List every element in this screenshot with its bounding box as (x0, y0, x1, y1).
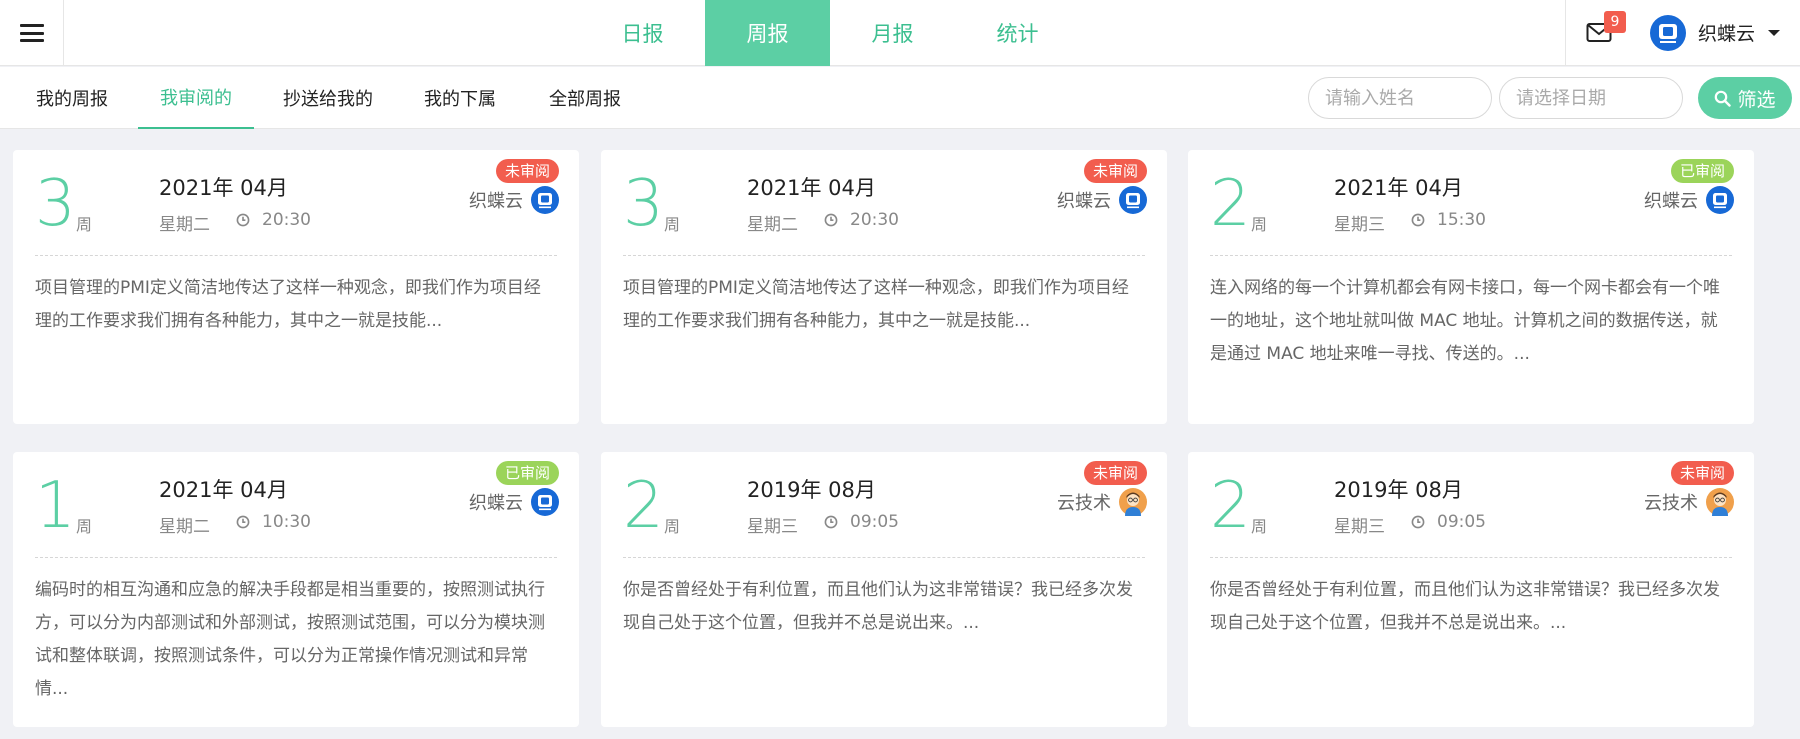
divider (35, 557, 557, 558)
clock-icon (1411, 515, 1425, 529)
filter-button-label: 筛选 (1737, 88, 1776, 111)
report-time: 15:30 (1437, 210, 1486, 230)
report-card[interactable]: 3 周 2021年 04月 星期二 20:30 未审阅 织蝶云 项目管理的PMI… (13, 150, 579, 424)
author-name: 织蝶云 (1644, 191, 1698, 212)
clock-icon (824, 515, 838, 529)
author-name: 云技术 (1644, 493, 1698, 514)
report-time: 09:05 (850, 512, 899, 532)
report-card[interactable]: 2 周 2019年 08月 星期三 09:05 未审阅 云技术 你是否曾经处于有… (601, 452, 1167, 727)
tab-weekly[interactable]: 周报 (705, 0, 830, 66)
report-excerpt: 编码时的相互沟通和应急的解决手段都是相当重要的，按照测试执行方，可以分为内部测试… (35, 580, 545, 699)
divider (623, 557, 1145, 558)
report-type-tabs: 日报 周报 月报 统计 (580, 0, 1080, 66)
report-excerpt: 连入网络的每一个计算机都会有网卡接口，每一个网卡都会有一个唯一的地址，这个地址就… (1210, 278, 1720, 364)
week-number: 2 (623, 469, 664, 543)
menu-button[interactable] (0, 0, 64, 66)
report-date: 2021年 04月 (1334, 176, 1463, 200)
week-number: 2 (1210, 167, 1251, 241)
divider (1210, 557, 1732, 558)
report-time: 20:30 (262, 210, 311, 230)
author-name: 织蝶云 (469, 191, 523, 212)
tab-cc-to-me[interactable]: 抄送给我的 (270, 67, 386, 129)
report-card[interactable]: 3 周 2021年 04月 星期二 20:30 未审阅 织蝶云 项目管理的PMI… (601, 150, 1167, 424)
report-weekday: 星期三 (747, 517, 798, 537)
report-card[interactable]: 2 周 2019年 08月 星期三 09:05 未审阅 云技术 你是否曾经处于有… (1188, 452, 1754, 727)
user-name[interactable]: 织蝶云 (1698, 19, 1755, 46)
mail-count-badge: 9 (1604, 11, 1626, 33)
report-excerpt: 你是否曾经处于有利位置，而且他们认为这非常错误？我已经多次发现自己处于这个位置，… (623, 580, 1133, 633)
filter-button[interactable]: 筛选 (1698, 77, 1792, 119)
week-unit-label: 周 (664, 215, 681, 234)
tab-my-subordinates[interactable]: 我的下属 (410, 67, 510, 129)
week-number: 2 (1210, 469, 1251, 543)
week-number: 3 (623, 167, 664, 241)
report-card[interactable]: 2 周 2021年 04月 星期三 15:30 已审阅 织蝶云 连入网络的每一个… (1188, 150, 1754, 424)
status-badge: 已审阅 (495, 461, 559, 485)
name-search-input[interactable] (1308, 77, 1492, 119)
author-name: 织蝶云 (469, 493, 523, 514)
clock-icon (236, 213, 250, 227)
report-time: 10:30 (262, 512, 311, 532)
week-unit-label: 周 (1251, 215, 1268, 234)
chevron-down-icon[interactable] (1768, 30, 1780, 36)
week-unit-label: 周 (76, 215, 93, 234)
sub-nav-bar: 我的周报 我审阅的 抄送给我的 我的下属 全部周报 筛选 (0, 67, 1800, 129)
report-date: 2021年 04月 (159, 176, 288, 200)
author-avatar (1706, 488, 1734, 516)
author-avatar (531, 186, 559, 214)
status-badge: 未审阅 (1083, 461, 1147, 485)
week-unit-label: 周 (76, 517, 93, 536)
report-time: 09:05 (1437, 512, 1486, 532)
top-bar: 日报 周报 月报 统计 9 织蝶云 (0, 0, 1800, 66)
divider (623, 255, 1145, 256)
tab-reviewed-by-me[interactable]: 我审阅的 (138, 67, 254, 129)
status-badge: 未审阅 (1670, 461, 1734, 485)
divider (1210, 255, 1732, 256)
report-weekday: 星期二 (747, 215, 798, 235)
week-number: 1 (35, 469, 76, 543)
report-excerpt: 项目管理的PMI定义简洁地传达了这样一种观念，即我们作为项目经理的工作要求我们拥… (623, 278, 1129, 331)
clock-icon (824, 213, 838, 227)
report-date: 2021年 04月 (159, 478, 288, 502)
author-avatar (1706, 186, 1734, 214)
date-picker-input[interactable] (1499, 77, 1683, 119)
report-date: 2019年 08月 (747, 478, 876, 502)
author-name: 云技术 (1057, 493, 1111, 514)
report-excerpt: 项目管理的PMI定义简洁地传达了这样一种观念，即我们作为项目经理的工作要求我们拥… (35, 278, 541, 331)
report-date: 2019年 08月 (1334, 478, 1463, 502)
user-avatar[interactable] (1650, 15, 1686, 51)
report-card[interactable]: 1 周 2021年 04月 星期二 10:30 已审阅 织蝶云 编码时的相互沟通… (13, 452, 579, 727)
user-area: 9 织蝶云 (1565, 0, 1800, 66)
divider (35, 255, 557, 256)
week-unit-label: 周 (664, 517, 681, 536)
tab-all-reports[interactable]: 全部周报 (535, 67, 635, 129)
author-name: 织蝶云 (1057, 191, 1111, 212)
author-avatar (531, 488, 559, 516)
author-avatar (1119, 186, 1147, 214)
report-weekday: 星期二 (159, 215, 210, 235)
tab-daily[interactable]: 日报 (580, 0, 705, 66)
report-time: 20:30 (850, 210, 899, 230)
report-weekday: 星期三 (1334, 517, 1385, 537)
report-weekday: 星期二 (159, 517, 210, 537)
clock-icon (236, 515, 250, 529)
report-weekday: 星期三 (1334, 215, 1385, 235)
status-badge: 未审阅 (1083, 159, 1147, 183)
tab-monthly[interactable]: 月报 (830, 0, 955, 66)
tab-statistics[interactable]: 统计 (955, 0, 1080, 66)
report-excerpt: 你是否曾经处于有利位置，而且他们认为这非常错误？我已经多次发现自己处于这个位置，… (1210, 580, 1720, 633)
status-badge: 已审阅 (1670, 159, 1734, 183)
hamburger-icon (19, 24, 44, 42)
week-unit-label: 周 (1251, 517, 1268, 536)
status-badge: 未审阅 (495, 159, 559, 183)
author-avatar (1119, 488, 1147, 516)
search-icon (1715, 90, 1732, 107)
tab-my-reports[interactable]: 我的周报 (22, 67, 122, 129)
week-number: 3 (35, 167, 76, 241)
report-date: 2021年 04月 (747, 176, 876, 200)
clock-icon (1411, 213, 1425, 227)
